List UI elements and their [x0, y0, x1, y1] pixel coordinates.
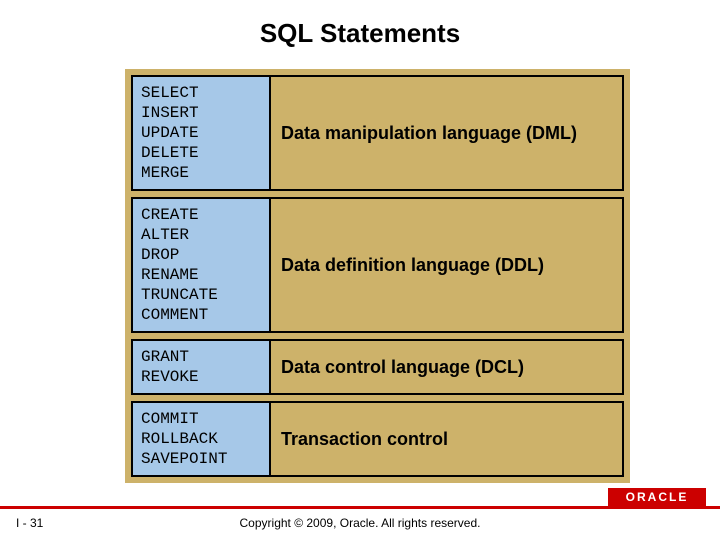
table-row: GRANT REVOKE Data control language (DCL) — [131, 339, 624, 395]
description-cell: Data control language (DCL) — [271, 339, 624, 395]
slide: SQL Statements SELECT INSERT UPDATE DELE… — [0, 0, 720, 540]
footer-divider — [0, 506, 720, 509]
commands-cell: GRANT REVOKE — [131, 339, 271, 395]
commands-cell: SELECT INSERT UPDATE DELETE MERGE — [131, 75, 271, 191]
table-row: COMMIT ROLLBACK SAVEPOINT Transaction co… — [131, 401, 624, 477]
oracle-logo: ORACLE — [608, 488, 706, 506]
table-row: CREATE ALTER DROP RENAME TRUNCATE COMMEN… — [131, 197, 624, 333]
slide-title: SQL Statements — [0, 0, 720, 57]
description-cell: Data definition language (DDL) — [271, 197, 624, 333]
statements-table-inner: SELECT INSERT UPDATE DELETE MERGE Data m… — [131, 75, 624, 477]
statements-table: SELECT INSERT UPDATE DELETE MERGE Data m… — [125, 69, 630, 483]
table-row: SELECT INSERT UPDATE DELETE MERGE Data m… — [131, 75, 624, 191]
footer: ORACLE I - 31 Copyright © 2009, Oracle. … — [0, 494, 720, 540]
commands-cell: COMMIT ROLLBACK SAVEPOINT — [131, 401, 271, 477]
description-cell: Transaction control — [271, 401, 624, 477]
commands-cell: CREATE ALTER DROP RENAME TRUNCATE COMMEN… — [131, 197, 271, 333]
description-cell: Data manipulation language (DML) — [271, 75, 624, 191]
copyright-text: Copyright © 2009, Oracle. All rights res… — [0, 516, 720, 530]
